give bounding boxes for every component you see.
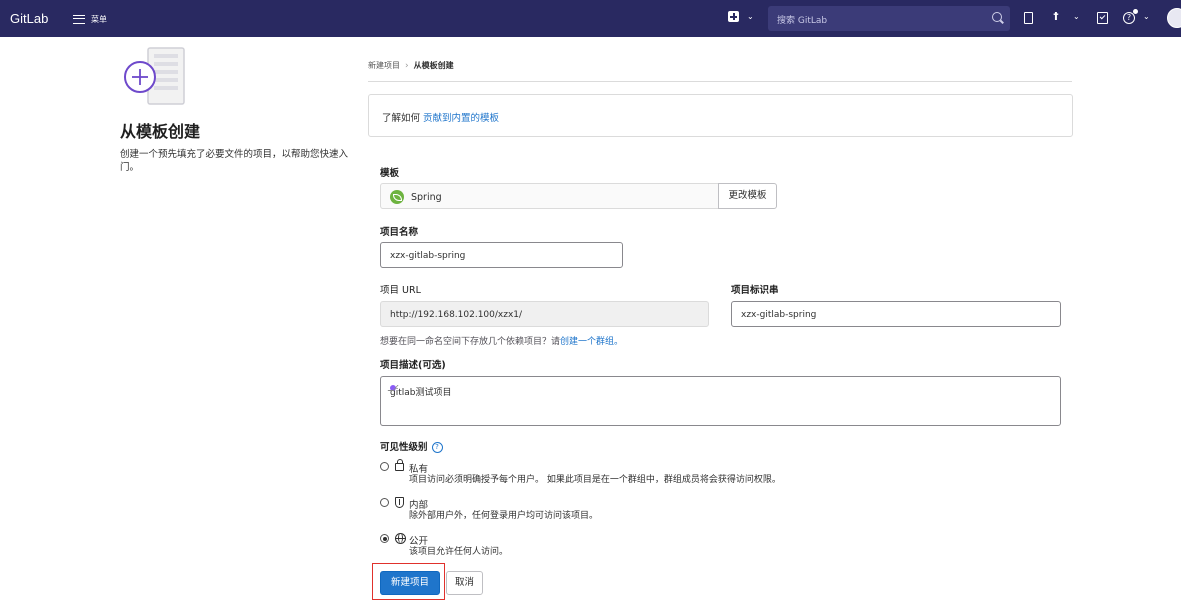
breadcrumb-separator-icon: › <box>405 60 409 71</box>
spring-icon <box>390 190 404 204</box>
menu-label: 菜单 <box>91 14 107 24</box>
contribute-template-link[interactable]: 贡献到内置的模板 <box>423 113 499 124</box>
description-textarea[interactable]: gitlab测试项目 <box>380 376 1061 426</box>
group-hint: 想要在同一命名空间下存放几个依赖项目？请创建一个群组。 <box>380 334 623 347</box>
help-icon[interactable]: ? <box>1123 12 1135 24</box>
info-alert: 了解如何 贡献到内置的模板 <box>368 94 1073 137</box>
project-name-label: 项目名称 <box>380 227 419 238</box>
question-icon[interactable]: ? <box>431 442 443 453</box>
visibility-internal-desc: 除外部用户外，任何登录用户均可访问该项目。 <box>409 511 599 521</box>
menu-button[interactable]: 菜单 <box>73 12 107 26</box>
breadcrumb: 新建项目 › 从模板创建 <box>368 60 454 71</box>
search-icon <box>992 12 1002 22</box>
project-slug-label: 项目标识串 <box>731 285 779 296</box>
template-illustration-icon <box>124 47 185 105</box>
visibility-option-private[interactable]: 私有 项目访问必须明确授予每个用户。 如果此项目是在一个群组中，群组成员将会获得… <box>380 459 860 485</box>
description-value: gitlab测试项目 <box>390 388 452 398</box>
new-dropdown-button[interactable]: ⌄ <box>728 11 754 22</box>
radio-internal[interactable] <box>380 498 389 507</box>
lock-icon <box>395 459 404 471</box>
template-name: Spring <box>411 192 442 203</box>
project-url-value: http://192.168.102.100/xzx1/ <box>390 310 523 320</box>
visibility-public-desc: 该项目允许任何人访问。 <box>409 547 509 557</box>
project-url-field: http://192.168.102.100/xzx1/ <box>380 301 709 327</box>
project-name-input[interactable]: xzx-gitlab-spring <box>380 242 623 268</box>
globe-icon <box>395 533 406 544</box>
info-prefix: 了解如何 <box>382 113 424 124</box>
page-title: 从模板创建 <box>120 122 201 141</box>
visibility-label: 可见性级别? <box>380 439 443 453</box>
visibility-private-desc: 项目访问必须明确授予每个用户。 如果此项目是在一个群组中，群组成员将会获得访问权… <box>409 475 781 485</box>
breadcrumb-item-current: 从模板创建 <box>413 61 454 70</box>
page-description: 创建一个预先填充了必要文件的项目，以帮助您快速入门。 <box>120 149 349 173</box>
hamburger-icon <box>73 14 85 24</box>
radio-public[interactable] <box>380 534 389 543</box>
gitlab-logo[interactable]: GitLab <box>10 11 48 26</box>
chevron-down-icon[interactable]: ⌄ <box>1073 12 1080 21</box>
project-url-label: 项目 URL <box>380 285 421 296</box>
visibility-option-public[interactable]: 公开 该项目允许任何人访问。 <box>380 533 580 557</box>
create-group-link[interactable]: 创建一个群组。 <box>560 337 623 347</box>
notification-dot <box>1133 9 1138 14</box>
avatar[interactable] <box>1167 8 1181 28</box>
cancel-button[interactable]: 取消 <box>446 571 483 595</box>
project-name-value: xzx-gitlab-spring <box>390 251 466 261</box>
search-input[interactable]: 搜索 GitLab <box>768 6 1010 31</box>
breadcrumb-item-new-project[interactable]: 新建项目 <box>368 60 400 71</box>
top-navbar: GitLab 菜单 ⌄ 搜索 GitLab ꝉ ⌄ ? ⌄ <box>0 0 1181 37</box>
radio-private[interactable] <box>380 462 389 471</box>
hint-text: 想要在同一命名空间下存放几个依赖项目？请 <box>380 337 561 347</box>
template-label: 模板 <box>380 168 400 179</box>
plus-square-icon <box>728 11 739 22</box>
todo-icon[interactable] <box>1097 12 1108 24</box>
project-slug-value: xzx-gitlab-spring <box>741 310 817 320</box>
change-template-button[interactable]: 更改模板 <box>718 183 777 209</box>
merge-request-icon[interactable]: ꝉ <box>1053 11 1059 23</box>
chevron-down-icon: ⌄ <box>747 11 754 21</box>
visibility-option-internal[interactable]: 内部 除外部用户外，任何登录用户均可访问该项目。 <box>380 497 660 521</box>
description-label: 项目描述(可选) <box>380 360 446 371</box>
annotation-highlight-box <box>372 563 445 600</box>
project-slug-input[interactable]: xzx-gitlab-spring <box>731 301 1061 327</box>
selected-template: Spring <box>380 183 719 209</box>
shield-icon <box>395 497 404 508</box>
search-placeholder: 搜索 GitLab <box>777 16 828 26</box>
issues-icon[interactable] <box>1024 12 1033 24</box>
chevron-down-icon[interactable]: ⌄ <box>1143 12 1150 21</box>
info-text: 了解如何 贡献到内置的模板 <box>382 110 499 124</box>
divider <box>368 81 1072 82</box>
visibility-label-text: 可见性级别 <box>380 442 428 453</box>
